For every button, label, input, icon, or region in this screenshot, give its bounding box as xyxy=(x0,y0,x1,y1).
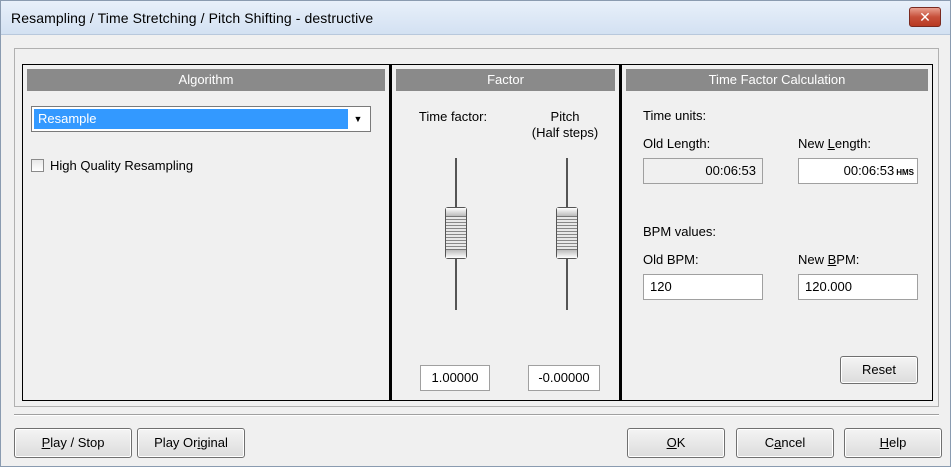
ok-label: K xyxy=(676,435,686,450)
play-stop-accel: P xyxy=(41,435,51,450)
bpm-values-label: BPM values: xyxy=(643,224,716,239)
time-units-label: Time units: xyxy=(643,108,707,123)
window-title: Resampling / Time Stretching / Pitch Shi… xyxy=(11,10,374,26)
new-bpm-label-accel: B xyxy=(827,252,837,267)
close-icon: ✕ xyxy=(919,8,931,25)
factor-panel: Factor Time factor: Pitch (Half steps) 1… xyxy=(392,65,619,400)
new-bpm-label-post: PM: xyxy=(836,252,860,267)
algorithm-select[interactable]: Resample ▼ xyxy=(31,106,371,132)
high-quality-option[interactable]: High Quality Resampling xyxy=(31,158,193,173)
new-length-field[interactable]: 00:06:53 HMS xyxy=(798,158,918,184)
new-length-label-pre: New xyxy=(798,136,828,151)
help-button[interactable]: Help xyxy=(844,428,942,458)
time-factor-slider-thumb[interactable] xyxy=(445,207,467,259)
new-bpm-label: New BPM: xyxy=(798,252,859,267)
settings-frame: Algorithm Resample ▼ High Quality Resamp… xyxy=(22,64,933,401)
high-quality-label[interactable]: High Quality Resampling xyxy=(50,158,193,173)
new-length-label-post: ength: xyxy=(834,136,872,151)
pitch-label: Pitch (Half steps) xyxy=(520,109,610,141)
time-factor-label: Time factor: xyxy=(418,109,488,124)
button-separator xyxy=(14,414,939,416)
new-length-label-accel: L xyxy=(827,136,835,151)
ok-button[interactable]: OK xyxy=(627,428,725,458)
pitch-slider-thumb[interactable] xyxy=(556,207,578,259)
old-length-field: 00:06:53 xyxy=(643,158,763,184)
new-length-label: New Length: xyxy=(798,136,871,151)
help-accel: H xyxy=(879,435,890,450)
new-bpm-field[interactable]: 120.000 xyxy=(798,274,918,300)
hms-suffix: HMS xyxy=(896,168,914,177)
old-bpm-field[interactable]: 120 xyxy=(643,274,763,300)
time-calc-panel: Time Factor Calculation Time units: Old … xyxy=(622,65,932,400)
play-stop-button[interactable]: Play / Stop xyxy=(14,428,132,458)
cancel-post: ncel xyxy=(781,435,806,450)
play-original-post: ginal xyxy=(200,435,228,450)
pitch-label-line2: (Half steps) xyxy=(531,125,599,140)
time-factor-value[interactable]: 1.00000 xyxy=(420,365,490,391)
play-original-button[interactable]: Play Original xyxy=(137,428,245,458)
time-calc-header: Time Factor Calculation xyxy=(626,69,928,91)
factor-header: Factor xyxy=(396,69,615,91)
new-length-value: 00:06:53 xyxy=(843,163,895,178)
close-button[interactable]: ✕ xyxy=(909,7,941,27)
cancel-button[interactable]: Cancel xyxy=(736,428,834,458)
algorithm-header: Algorithm xyxy=(27,69,385,91)
title-bar[interactable]: Resampling / Time Stretching / Pitch Shi… xyxy=(1,1,950,35)
algorithm-selected-value: Resample xyxy=(34,109,348,129)
high-quality-checkbox[interactable] xyxy=(31,159,44,172)
pitch-label-line1: Pitch xyxy=(550,109,580,124)
help-label: elp xyxy=(889,435,907,450)
old-bpm-label: Old BPM: xyxy=(643,252,699,267)
dialog-window: Resampling / Time Stretching / Pitch Shi… xyxy=(0,0,951,467)
new-bpm-label-pre: New xyxy=(798,252,828,267)
cancel-pre: C xyxy=(764,435,775,450)
reset-button[interactable]: Reset xyxy=(840,356,918,384)
old-length-label: Old Length: xyxy=(643,136,711,151)
play-original-pre: Play Or xyxy=(154,435,198,450)
pitch-value[interactable]: -0.00000 xyxy=(528,365,600,391)
algorithm-panel: Algorithm Resample ▼ High Quality Resamp… xyxy=(23,65,389,400)
ok-accel: O xyxy=(666,435,677,450)
chevron-down-icon[interactable]: ▼ xyxy=(350,111,366,127)
play-stop-label: lay / Stop xyxy=(50,435,105,450)
